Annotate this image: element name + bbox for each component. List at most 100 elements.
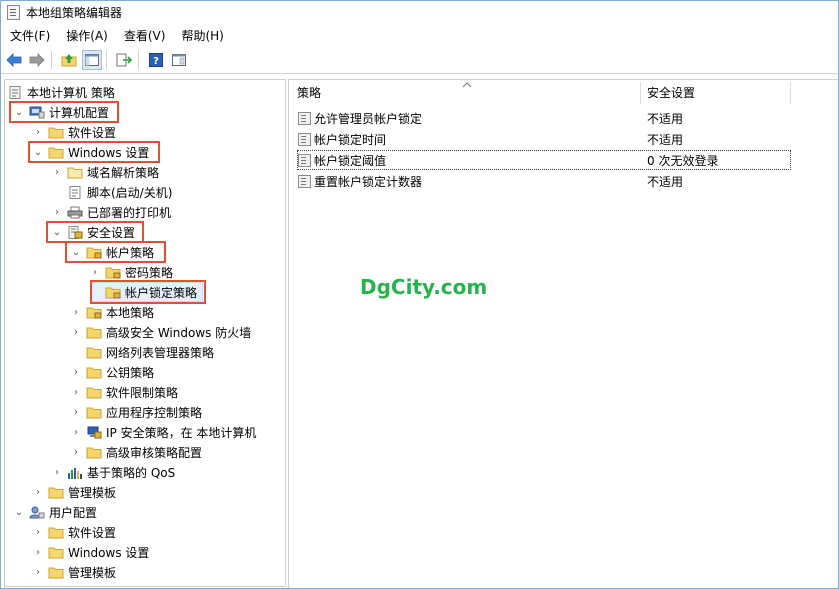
column-separator[interactable] <box>640 82 641 104</box>
tree-node-firewall[interactable]: › 高级安全 Windows 防火墙 <box>70 322 251 342</box>
chevron-right-icon[interactable]: › <box>70 446 82 458</box>
policy-item-icon <box>298 174 311 188</box>
chevron-right-icon[interactable]: › <box>70 366 82 378</box>
chevron-right-icon[interactable]: › <box>51 166 63 178</box>
tree-node-software-restriction[interactable]: › 软件限制策略 <box>70 382 178 402</box>
export-icon <box>116 53 132 67</box>
tree-node-password-policy[interactable]: › 密码策略 <box>89 262 173 282</box>
list-row[interactable]: 帐户锁定时间 <box>298 129 386 149</box>
policy-item-icon <box>298 111 311 125</box>
tree-node-label: 公钥策略 <box>106 365 155 380</box>
tree-node-policy-qos[interactable]: › 基于策略的 QoS <box>51 462 175 482</box>
tree-node-user-admin-templates[interactable]: › 管理模板 <box>32 562 116 582</box>
policy-name: 帐户锁定时间 <box>314 132 387 147</box>
chevron-right-icon[interactable]: › <box>32 486 44 498</box>
tree-node-computer-config[interactable]: ⌄ 计算机配置 <box>13 102 109 122</box>
tree-node-name-resolution-policy[interactable]: › 域名解析策略 <box>51 162 159 182</box>
tree-node-label: 高级安全 Windows 防火墙 <box>106 325 252 340</box>
toolbar-separator <box>51 51 52 69</box>
chevron-down-icon[interactable]: ⌄ <box>51 226 63 238</box>
folder-icon <box>48 527 64 538</box>
tree-node-security-settings[interactable]: ⌄ 安全设置 <box>51 222 135 242</box>
chevron-down-icon[interactable]: ⌄ <box>13 506 25 518</box>
chevron-right-icon[interactable]: › <box>70 326 82 338</box>
ip-security-icon <box>87 426 102 438</box>
menu-file[interactable]: 文件(F) <box>1 27 58 44</box>
tree-node-label: 软件设置 <box>68 125 117 140</box>
menu-action[interactable]: 操作(A) <box>58 27 116 44</box>
svg-text:?: ? <box>153 56 159 67</box>
chevron-right-icon[interactable]: › <box>70 386 82 398</box>
tree-node-advanced-audit[interactable]: › 高级审核策略配置 <box>70 442 202 462</box>
security-setting-value: 不适用 <box>647 132 684 147</box>
menu-bar: 文件(F) 操作(A) 查看(V) 帮助(H) <box>1 25 232 45</box>
chevron-right-icon[interactable]: › <box>70 406 82 418</box>
properties-button[interactable] <box>169 50 189 70</box>
folder-icon <box>86 327 102 338</box>
tree-node-label: 软件限制策略 <box>106 385 179 400</box>
folder-icon <box>48 567 64 578</box>
chevron-right-icon[interactable]: › <box>32 526 44 538</box>
menu-view[interactable]: 查看(V) <box>116 27 174 44</box>
watermark-text: DgCity.com <box>360 275 488 299</box>
chevron-right-icon[interactable]: › <box>51 466 63 478</box>
show-hide-tree-button[interactable] <box>82 50 102 70</box>
chevron-right-icon[interactable]: › <box>51 206 63 218</box>
list-row[interactable]: 允许管理员帐户锁定 <box>298 108 422 128</box>
up-level-button[interactable] <box>59 50 79 70</box>
chevron-down-icon[interactable]: ⌄ <box>13 106 25 118</box>
tree-node-label: 密码策略 <box>125 265 174 280</box>
window-title: 本地组策略编辑器 <box>26 5 123 20</box>
tree-node-windows-settings[interactable]: ⌄ Windows 设置 <box>32 142 150 162</box>
export-list-button[interactable] <box>114 50 134 70</box>
list-row[interactable]: 帐户锁定阈值 <box>298 150 386 170</box>
tree-node-label: IP 安全策略，在 本地计算机 <box>106 425 257 440</box>
chevron-right-icon[interactable]: › <box>32 566 44 578</box>
tree-node-software-settings[interactable]: › 软件设置 <box>32 122 116 142</box>
title-bar: 本地组策略编辑器 <box>1 1 838 23</box>
forward-arrow-icon <box>29 53 45 67</box>
tree-node-local-policies[interactable]: › 本地策略 <box>70 302 154 322</box>
tree-node-user-windows-settings[interactable]: › Windows 设置 <box>32 542 149 562</box>
tree-node-label: 计算机配置 <box>49 105 110 120</box>
chevron-right-icon[interactable]: › <box>70 306 82 318</box>
chevron-right-icon[interactable]: › <box>32 546 44 558</box>
list-row[interactable]: 重置帐户锁定计数器 <box>298 171 422 191</box>
chevron-down-icon[interactable]: ⌄ <box>70 246 82 258</box>
tree-node-label: 帐户锁定策略 <box>125 285 198 300</box>
tree-node-network-list-manager[interactable]: 网络列表管理器策略 <box>82 342 214 362</box>
column-separator[interactable] <box>790 82 791 104</box>
tree-node-account-lockout-policy[interactable]: 帐户锁定策略 <box>101 282 197 302</box>
tree-node-label: 用户配置 <box>49 505 98 520</box>
tree-node-root[interactable]: 本地计算机 策略 <box>7 82 115 102</box>
tree-node-user-software-settings[interactable]: › 软件设置 <box>32 522 116 542</box>
list-row-setting: 0 次无效登录 <box>647 150 718 170</box>
script-document-icon <box>69 185 81 199</box>
back-button[interactable] <box>4 50 24 70</box>
folder-icon <box>86 447 102 458</box>
tree-node-label: 安全设置 <box>87 225 136 240</box>
properties-icon <box>172 54 186 66</box>
folder-icon <box>48 127 64 138</box>
chevron-right-icon[interactable]: › <box>70 426 82 438</box>
chevron-right-icon[interactable]: › <box>32 126 44 138</box>
column-header-security-setting[interactable]: 安全设置 <box>647 80 787 104</box>
tree-node-ip-security[interactable]: › IP 安全策略，在 本地计算机 <box>70 422 256 442</box>
toolbar-separator <box>138 51 139 69</box>
tree-node-user-config[interactable]: ⌄ 用户配置 <box>13 502 97 522</box>
tree-node-account-policies[interactable]: ⌄ 帐户策略 <box>70 242 154 262</box>
chevron-down-icon[interactable]: ⌄ <box>32 146 44 158</box>
tree-node-label: 网络列表管理器策略 <box>106 345 215 360</box>
chevron-right-icon[interactable]: › <box>89 266 101 278</box>
tree-node-scripts[interactable]: 脚本(启动/关机) <box>63 182 172 202</box>
security-setting-value: 不适用 <box>647 111 684 126</box>
folder-lock-icon <box>86 247 102 258</box>
tree-node-public-key-policies[interactable]: › 公钥策略 <box>70 362 154 382</box>
tree-node-admin-templates[interactable]: › 管理模板 <box>32 482 116 502</box>
menu-help[interactable]: 帮助(H) <box>173 27 231 44</box>
folder-icon <box>67 167 83 178</box>
tree-node-deployed-printers[interactable]: › 已部署的打印机 <box>51 202 171 222</box>
forward-button[interactable] <box>27 50 47 70</box>
help-button[interactable]: ? <box>146 50 166 70</box>
tree-node-app-control[interactable]: › 应用程序控制策略 <box>70 402 202 422</box>
